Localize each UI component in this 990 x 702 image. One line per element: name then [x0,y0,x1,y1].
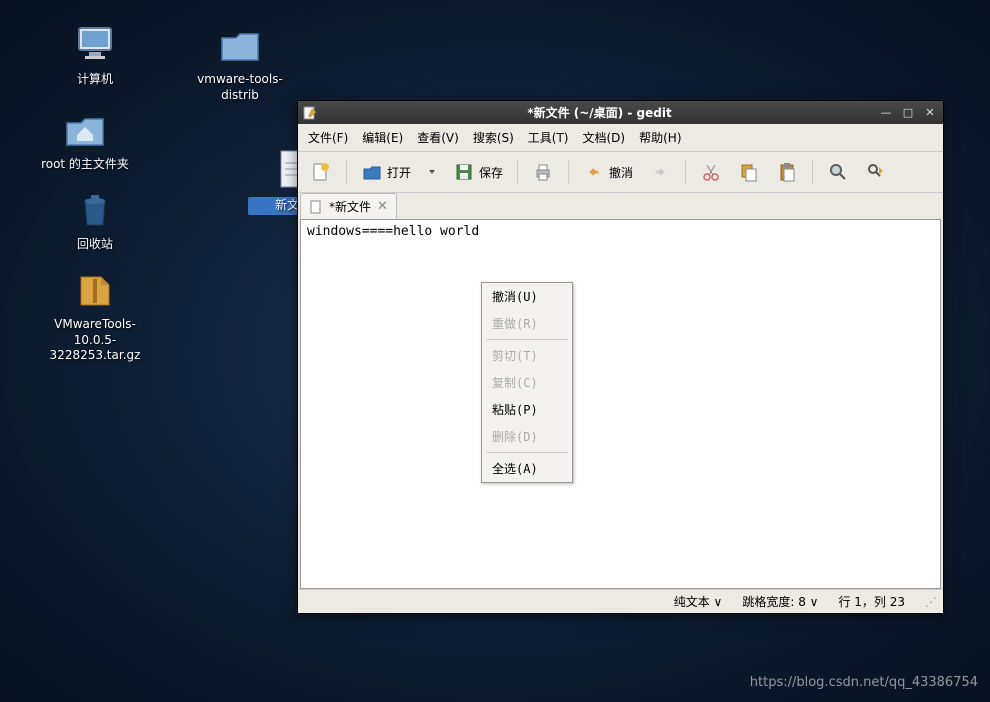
watermark: https://blog.csdn.net/qq_43386754 [750,675,978,690]
undo-label: 撤消 [609,164,633,181]
save-label: 保存 [479,164,503,181]
desktop-icon-computer[interactable]: 计算机 [50,20,140,88]
status-tab-width[interactable]: 跳格宽度: 8 ∨ [742,593,818,610]
menu-help[interactable]: 帮助(H) [633,127,687,148]
separator [517,160,518,184]
separator [685,160,686,184]
titlebar[interactable]: *新文件 (~/桌面) - gedit — □ ✕ [298,101,943,124]
menubar: 文件(F) 编辑(E) 查看(V) 搜索(S) 工具(T) 文档(D) 帮助(H… [298,124,943,152]
desktop-icon-label: VMwareTools-10.0.5-3228253.tar.gz [40,317,150,364]
find-button[interactable] [821,156,855,188]
home-folder-icon [61,105,109,153]
paste-button[interactable] [770,156,804,188]
desktop-icon-label: vmware-tools-distrib [195,72,285,103]
ctx-select-all[interactable]: 全选(A) [482,455,572,482]
statusbar: 纯文本 ∨ 跳格宽度: 8 ∨ 行 1，列 23 ⋰ [298,589,943,613]
ctx-copy: 复制(C) [482,369,572,396]
close-button[interactable]: ✕ [921,105,939,121]
menu-search[interactable]: 搜索(S) [467,127,520,148]
desktop-icon-label: 回收站 [50,237,140,253]
ctx-delete: 删除(D) [482,423,572,450]
computer-icon [71,20,119,68]
open-button[interactable]: 打开 [355,156,417,188]
menu-documents[interactable]: 文档(D) [577,127,632,148]
open-dropdown[interactable] [421,156,443,188]
context-menu: 撤消(U) 重做(R) 剪切(T) 复制(C) 粘贴(P) 删除(D) 全选(A… [481,282,573,483]
status-position: 行 1，列 23 [838,593,905,610]
trash-icon [71,185,119,233]
separator [346,160,347,184]
ctx-cut: 剪切(T) [482,342,572,369]
find-replace-button[interactable] [859,156,893,188]
ctx-undo[interactable]: 撤消(U) [482,283,572,310]
toolbar: 打开 保存 撤消 [298,152,943,193]
menu-file[interactable]: 文件(F) [302,127,354,148]
desktop-icon-label: root 的主文件夹 [40,157,130,173]
desktop-icon-folder[interactable]: vmware-tools-distrib [195,20,285,103]
maximize-button[interactable]: □ [899,105,917,121]
app-icon [302,105,318,121]
ctx-redo: 重做(R) [482,310,572,337]
desktop-icon-label: 计算机 [50,72,140,88]
tab-label: *新文件 [329,198,371,215]
separator [486,452,568,453]
menu-edit[interactable]: 编辑(E) [356,127,409,148]
undo-button[interactable]: 撤消 [577,156,639,188]
separator [568,160,569,184]
print-button[interactable] [526,156,560,188]
open-label: 打开 [387,164,411,181]
copy-button[interactable] [732,156,766,188]
archive-icon [71,265,119,313]
window-title: *新文件 (~/桌面) - gedit [322,104,877,121]
editor-text: windows====hello world [307,224,479,239]
redo-button[interactable] [643,156,677,188]
resize-grip[interactable]: ⋰ [925,595,935,609]
minimize-button[interactable]: — [877,105,895,121]
new-button[interactable] [304,156,338,188]
tab-close-icon[interactable]: ✕ [377,199,388,214]
folder-icon [216,20,264,68]
separator [486,339,568,340]
gedit-window: *新文件 (~/桌面) - gedit — □ ✕ 文件(F) 编辑(E) 查看… [297,100,944,614]
ctx-paste[interactable]: 粘贴(P) [482,396,572,423]
document-icon [309,200,323,214]
menu-tools[interactable]: 工具(T) [522,127,575,148]
tab-bar: *新文件 ✕ [298,193,943,219]
separator [812,160,813,184]
editor-area[interactable]: windows====hello world 撤消(U) 重做(R) 剪切(T)… [300,219,941,589]
menu-view[interactable]: 查看(V) [411,127,465,148]
save-button[interactable]: 保存 [447,156,509,188]
desktop-icon-trash[interactable]: 回收站 [50,185,140,253]
document-tab[interactable]: *新文件 ✕ [300,193,397,219]
desktop-icon-home[interactable]: root 的主文件夹 [40,105,130,173]
cut-button[interactable] [694,156,728,188]
desktop-icon-archive[interactable]: VMwareTools-10.0.5-3228253.tar.gz [40,265,150,364]
status-mode[interactable]: 纯文本 ∨ [674,593,723,610]
